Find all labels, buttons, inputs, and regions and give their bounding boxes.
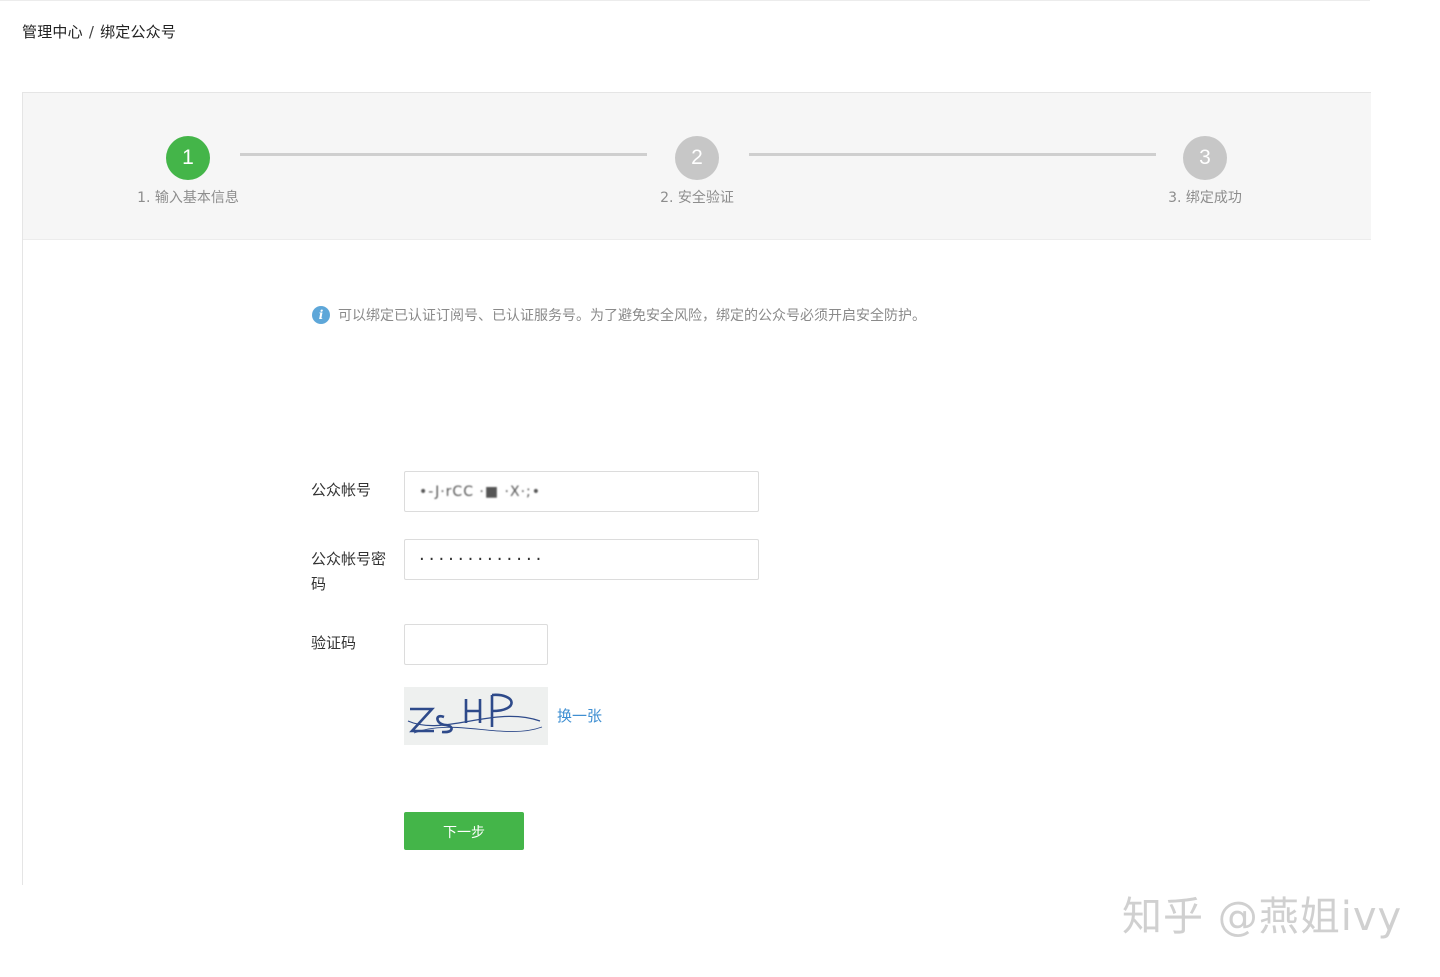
password-value: ············· (419, 549, 546, 570)
password-label-line2: 码 (311, 575, 327, 593)
captcha-input[interactable] (404, 624, 548, 665)
step-2-circle: 2 (675, 136, 719, 180)
watermark: 知乎 @燕姐ivy (1122, 894, 1403, 940)
account-input[interactable]: •-J·rCC ·■ ·X·;• (404, 471, 759, 512)
step-3-circle: 3 (1183, 136, 1227, 180)
captcha-graphic (404, 687, 548, 745)
step-2-label: 2. 安全验证 (660, 190, 734, 206)
top-divider (0, 0, 1370, 1)
breadcrumb-current: 绑定公众号 (100, 23, 177, 41)
account-label: 公众帐号 (311, 481, 372, 499)
notice-text: 可以绑定已认证订阅号、已认证服务号。为了避免安全风险，绑定的公众号必须开启安全防… (338, 308, 926, 324)
captcha-label: 验证码 (311, 634, 357, 652)
bind-panel: 1 2 3 1. 输入基本信息 2. 安全验证 3. 绑定成功 i 可以绑定已认… (22, 92, 1371, 885)
step-1-circle: 1 (166, 136, 210, 180)
info-icon: i (312, 306, 330, 324)
breadcrumb: 管理中心 / 绑定公众号 (22, 21, 176, 42)
next-step-button[interactable]: 下一步 (404, 812, 524, 850)
notice: i 可以绑定已认证订阅号、已认证服务号。为了避免安全风险，绑定的公众号必须开启安… (312, 305, 926, 325)
step-1-label: 1. 输入基本信息 (137, 190, 239, 206)
stepper: 1 2 3 1. 输入基本信息 2. 安全验证 3. 绑定成功 (23, 93, 1371, 240)
password-input[interactable]: ············· (404, 539, 759, 580)
step-connector-1 (240, 153, 647, 156)
step-connector-2 (749, 153, 1156, 156)
refresh-captcha-link[interactable]: 换一张 (557, 705, 602, 726)
password-label: 公众帐号密 码 (311, 547, 386, 597)
page: 管理中心 / 绑定公众号 1 2 3 1. 输入基本信息 2. 安全验证 3. 绑定… (0, 0, 1440, 977)
breadcrumb-parent[interactable]: 管理中心 (22, 23, 83, 41)
step-3-label: 3. 绑定成功 (1168, 190, 1242, 206)
breadcrumb-separator: / (88, 23, 95, 41)
captcha-image[interactable] (404, 687, 548, 745)
account-value: •-J·rCC ·■ ·X·;• (419, 483, 542, 500)
password-label-line1: 公众帐号密 (311, 550, 387, 568)
